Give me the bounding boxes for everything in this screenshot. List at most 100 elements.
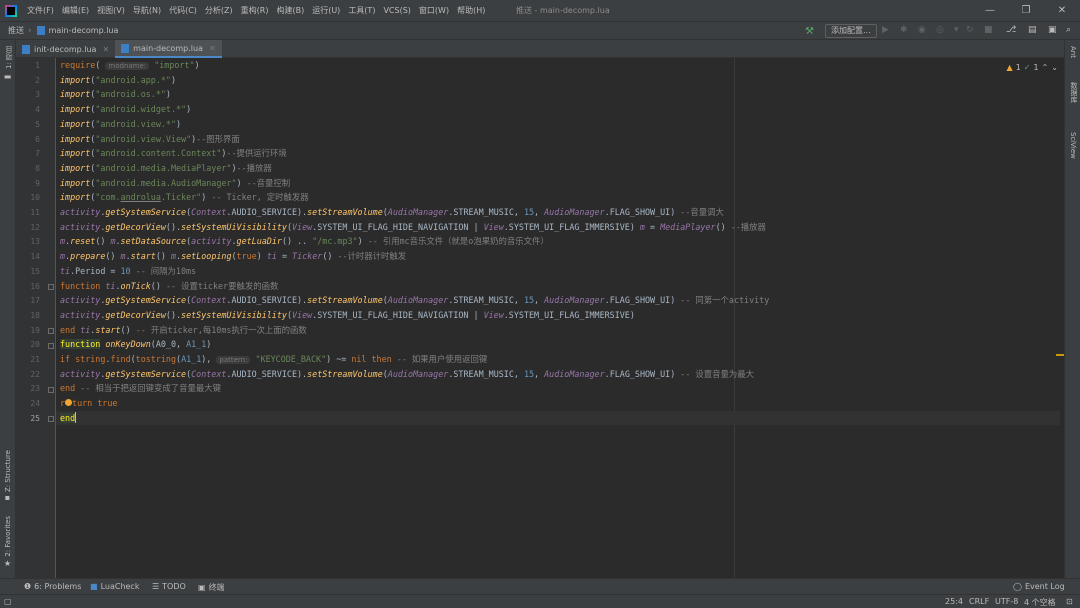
- menu-view[interactable]: 视图(V): [93, 5, 129, 16]
- code-line-current[interactable]: end: [56, 410, 1060, 426]
- layout-icon[interactable]: ▣: [1048, 25, 1057, 35]
- tab-main-decomp[interactable]: main-decomp.lua ✕: [115, 40, 222, 58]
- code-line[interactable]: ti.Period = 10 -- 间隔为10ms: [60, 264, 196, 279]
- run-icon[interactable]: ▶: [882, 25, 889, 35]
- code-area[interactable]: require( modname: "import") import("andr…: [56, 58, 1060, 578]
- code-line[interactable]: import("android.media.AudioManager") --音…: [60, 176, 290, 191]
- fold-marker-icon[interactable]: [48, 416, 54, 422]
- code-line[interactable]: function ti.onTick() -- 设置ticker要触发的函数: [60, 279, 278, 294]
- project-structure-icon[interactable]: ▤: [1028, 25, 1037, 35]
- code-line[interactable]: m.prepare() m.start() m.setLooping(true)…: [60, 249, 406, 264]
- minimize-icon[interactable]: —: [972, 0, 1008, 21]
- caret-position[interactable]: 25:4: [945, 597, 963, 606]
- structure-tool-tab[interactable]: Z: Structure: [4, 450, 12, 492]
- menu-window[interactable]: 窗口(W): [415, 5, 453, 16]
- left-tool-strip: 1: 项目 ▬ Z: Structure ▪ 2: Favorites ★: [0, 40, 16, 578]
- code-line[interactable]: activity.getDecorView().setSystemUiVisib…: [60, 308, 635, 323]
- code-line[interactable]: end ti.start() -- 开启ticker,每10ms执行一次上面的函…: [60, 323, 307, 338]
- build-hammer-icon[interactable]: ⚒: [805, 26, 814, 37]
- menu-run[interactable]: 运行(U): [308, 5, 344, 16]
- stop-icon[interactable]: ■: [984, 25, 993, 35]
- close-icon[interactable]: ✕: [1044, 0, 1080, 21]
- menu-help[interactable]: 帮助(H): [453, 5, 489, 16]
- add-configuration-button[interactable]: 添加配置...: [825, 24, 877, 38]
- menu-code[interactable]: 代码(C): [165, 5, 201, 16]
- fold-marker-icon[interactable]: [48, 387, 54, 393]
- code-editor[interactable]: 1 2 3 4 5 6 7 8 9 10 11 12 13 14 15 16 1…: [16, 58, 1064, 578]
- previous-highlight-icon[interactable]: ⌃: [1042, 63, 1049, 72]
- terminal-tool-button[interactable]: ▣ 终端: [198, 582, 225, 593]
- dropdown-icon[interactable]: ▾: [954, 25, 959, 35]
- close-tab-icon[interactable]: ✕: [209, 44, 216, 53]
- menu-tools[interactable]: 工具(T): [344, 5, 379, 16]
- profile-icon[interactable]: ◎: [936, 25, 944, 35]
- line-separator[interactable]: CRLF: [969, 597, 989, 606]
- sciview-tool-tab[interactable]: SciView: [1069, 132, 1077, 159]
- lightbulb-icon[interactable]: [65, 399, 73, 407]
- code-line[interactable]: r turn true: [60, 396, 117, 411]
- code-line[interactable]: import("android.view.*"): [60, 117, 181, 132]
- search-icon[interactable]: ⌕: [1066, 25, 1071, 35]
- code-line[interactable]: import("android.os.*"): [60, 87, 171, 102]
- code-line[interactable]: import("android.media.MediaPlayer")--播放器: [60, 161, 272, 176]
- menu-navigate[interactable]: 导航(N): [129, 5, 165, 16]
- code-line[interactable]: import("com.androlua.Ticker") -- Ticker,…: [60, 190, 309, 205]
- tab-init-decomp[interactable]: init-decomp.lua ✕: [16, 40, 115, 58]
- code-line[interactable]: if string.find(tostring(A1_1), pattern: …: [60, 352, 487, 367]
- file-encoding[interactable]: UTF-8: [995, 597, 1018, 606]
- restore-icon[interactable]: ❐: [1008, 0, 1044, 21]
- code-line[interactable]: require( modname: "import"): [60, 58, 200, 73]
- fold-marker-icon[interactable]: [48, 343, 54, 349]
- reload-icon[interactable]: ↻: [966, 25, 974, 35]
- breadcrumb-file[interactable]: main-decomp.lua: [49, 26, 119, 35]
- coverage-icon[interactable]: ◉: [918, 25, 926, 35]
- menu-file[interactable]: 文件(F): [23, 5, 58, 16]
- project-tool-tab[interactable]: 1: 项目: [4, 46, 14, 69]
- ant-tool-tab[interactable]: Ant: [1069, 46, 1077, 58]
- scrollbar-warning-marker[interactable]: [1056, 354, 1064, 356]
- code-line[interactable]: import("android.widget.*"): [60, 102, 191, 117]
- line-number-gutter[interactable]: 1 2 3 4 5 6 7 8 9 10 11 12 13 14 15 16 1…: [16, 58, 56, 578]
- code-line[interactable]: activity.getSystemService(Context.AUDIO_…: [60, 205, 724, 220]
- event-log-tool-button[interactable]: ◯ Event Log: [1013, 582, 1065, 591]
- breadcrumb-project[interactable]: 推送: [0, 25, 28, 36]
- code-line[interactable]: activity.getSystemService(Context.AUDIO_…: [60, 293, 769, 308]
- code-line[interactable]: function onKeyDown(A0_0, A1_1): [60, 337, 211, 352]
- menu-edit[interactable]: 编辑(E): [58, 5, 93, 16]
- code-line[interactable]: import("android.content.Context")--提供运行环…: [60, 146, 287, 161]
- todo-tool-button[interactable]: ☰ TODO: [152, 582, 186, 591]
- tool-window-toggle-icon[interactable]: ▢: [4, 597, 12, 606]
- git-icon[interactable]: ⎇: [1006, 25, 1016, 35]
- code-line[interactable]: import("android.app.*"): [60, 73, 176, 88]
- problems-label: 6: Problems: [34, 582, 82, 591]
- todo-label: TODO: [162, 582, 186, 591]
- database-tool-tab[interactable]: 数据库: [1069, 82, 1079, 103]
- debug-icon[interactable]: ✱: [900, 25, 908, 35]
- event-log-icon: ◯: [1013, 582, 1022, 591]
- folder-icon[interactable]: ▬: [3, 72, 12, 81]
- luacheck-tool-button[interactable]: ■ LuaCheck: [90, 582, 139, 591]
- star-icon[interactable]: ★: [3, 559, 12, 568]
- lock-icon[interactable]: ⊡: [1066, 597, 1073, 606]
- indent-setting[interactable]: 4 个空格: [1024, 597, 1056, 608]
- code-line[interactable]: m.reset() m.setDataSource(activity.getLu…: [60, 234, 549, 249]
- event-log-label: Event Log: [1024, 582, 1065, 591]
- code-line[interactable]: activity.getDecorView().setSystemUiVisib…: [60, 220, 766, 235]
- problems-tool-button[interactable]: ❶ 6: Problems: [24, 582, 81, 591]
- menu-build[interactable]: 构建(B): [272, 5, 308, 16]
- fold-marker-icon[interactable]: [48, 284, 54, 290]
- menu-vcs[interactable]: VCS(S): [379, 6, 414, 15]
- menu-analyze[interactable]: 分析(Z): [201, 5, 237, 16]
- fold-marker-icon[interactable]: [48, 328, 54, 334]
- code-line[interactable]: end -- 相当于把返回键变成了音量最大键: [60, 381, 221, 396]
- close-tab-icon[interactable]: ✕: [102, 45, 109, 54]
- structure-icon[interactable]: ▪: [3, 493, 12, 502]
- code-line[interactable]: import("android.view.View")--图形界面: [60, 132, 240, 147]
- code-line[interactable]: activity.getSystemService(Context.AUDIO_…: [60, 367, 754, 382]
- line-number: 6: [35, 134, 40, 144]
- menu-refactor[interactable]: 重构(R): [237, 5, 273, 16]
- next-highlight-icon[interactable]: ⌄: [1051, 63, 1058, 72]
- inspection-widget[interactable]: ▲ 1 ✓ 1 ⌃ ⌄: [1007, 63, 1058, 72]
- todo-icon: ☰: [152, 582, 160, 591]
- favorites-tool-tab[interactable]: 2: Favorites: [4, 516, 12, 557]
